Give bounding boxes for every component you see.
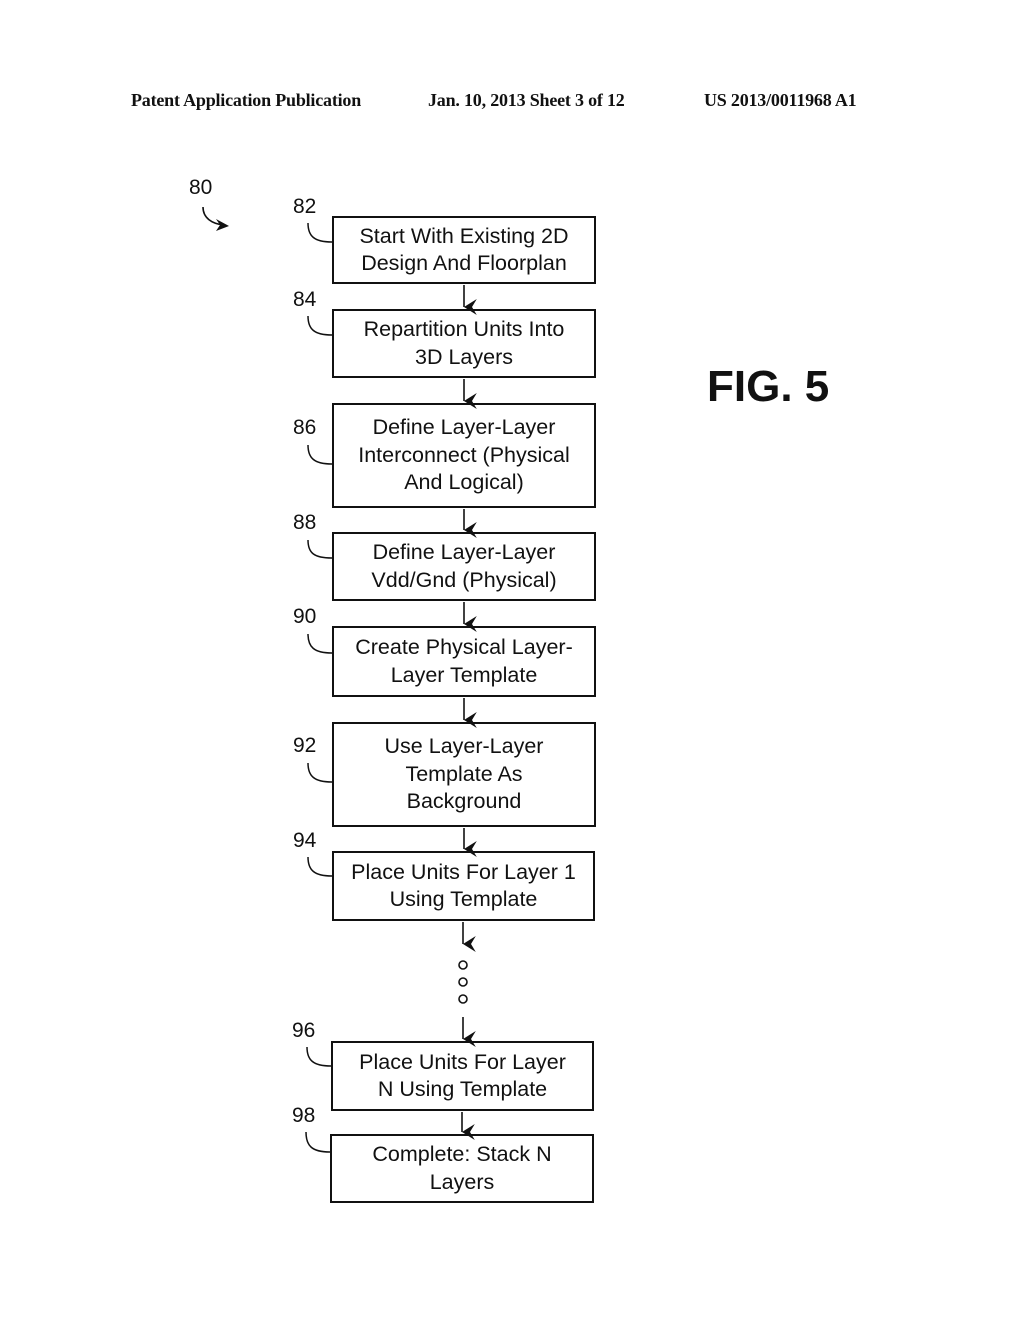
leader-line-84 [307, 315, 333, 336]
leader-line-88 [307, 539, 333, 559]
leader-line-82 [307, 222, 333, 243]
continuation-dot [458, 977, 468, 987]
continuation-dot [458, 960, 468, 970]
connectors-layer [202, 206, 477, 1153]
leader-line-94 [307, 856, 333, 877]
leader-line-96 [306, 1046, 332, 1067]
leader-line-98 [305, 1131, 331, 1153]
leader-line-92 [307, 762, 333, 783]
leader-line-86 [307, 444, 333, 465]
continuation-dot [458, 994, 468, 1004]
leader-line-90 [307, 633, 333, 654]
figure-reference-arrowhead [216, 219, 229, 231]
